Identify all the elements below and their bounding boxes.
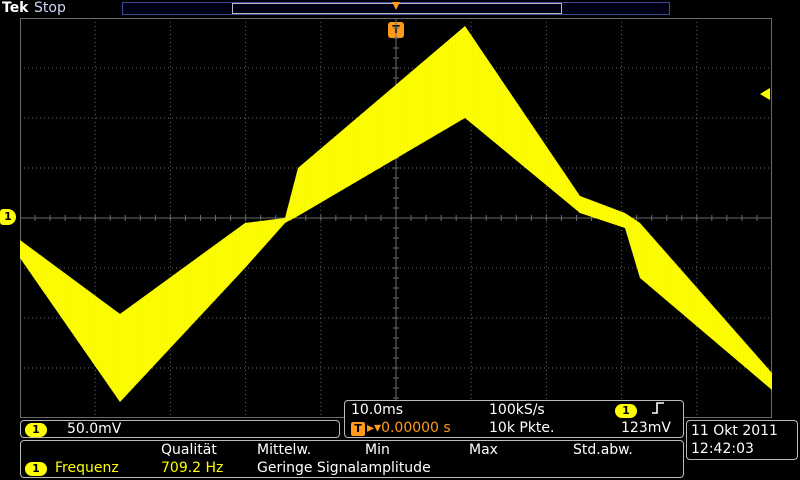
record-length: 10k Pkte. [489,420,555,436]
top-status-bar: Tek Stop [0,0,800,18]
meas-header-stddev: Std.abw. [573,442,633,458]
meas-header-quality: Qualität [161,442,217,458]
measurement-panel[interactable]: Qualität Mittelw. Min Max Std.abw. 1 Fre… [20,440,684,478]
meas-header-max: Max [469,442,498,458]
trigger-delay-badge: T [351,422,365,436]
meas-value: 709.2 Hz [161,460,224,476]
timebase-panel[interactable]: 10.0ms 100kS/s 1 T ▸▾0.00000 s 10k Pkte. … [344,400,684,438]
meas-header-mean: Mittelw. [257,442,312,458]
meas-note: Geringe Signalamplitude [257,460,431,476]
meas-header-min: Min [365,442,390,458]
acquisition-status: Stop [34,0,66,16]
trigger-delay-value: 0.00000 s [381,420,451,436]
brand-label: Tek [2,0,29,16]
trigger-source-badge: 1 [615,404,637,418]
meas-channel-badge: 1 [25,462,47,476]
datetime-panel: 11 Okt 2011 12:42:03 [686,420,798,460]
graticule-svg [20,18,772,418]
channel-1-badge: 1 [25,423,47,437]
date-label: 11 Okt 2011 [691,423,778,439]
waveform-display [20,18,772,418]
sample-rate: 100kS/s [489,402,545,418]
trigger-delay-arrow-icon: ▸▾ [367,420,382,436]
meas-name: Frequenz [55,460,119,476]
channel-1-ground-marker[interactable]: 1 [0,209,16,225]
trigger-level-value: 123mV [621,420,671,436]
channel-scale-panel[interactable]: 1 50.0mV [20,420,340,438]
channel-scale-value: 50.0mV [67,421,122,437]
trigger-position-arrow-icon [392,2,400,10]
time-label: 12:42:03 [691,441,754,457]
trigger-level-marker-icon[interactable] [760,88,770,100]
time-per-div: 10.0ms [351,402,404,418]
